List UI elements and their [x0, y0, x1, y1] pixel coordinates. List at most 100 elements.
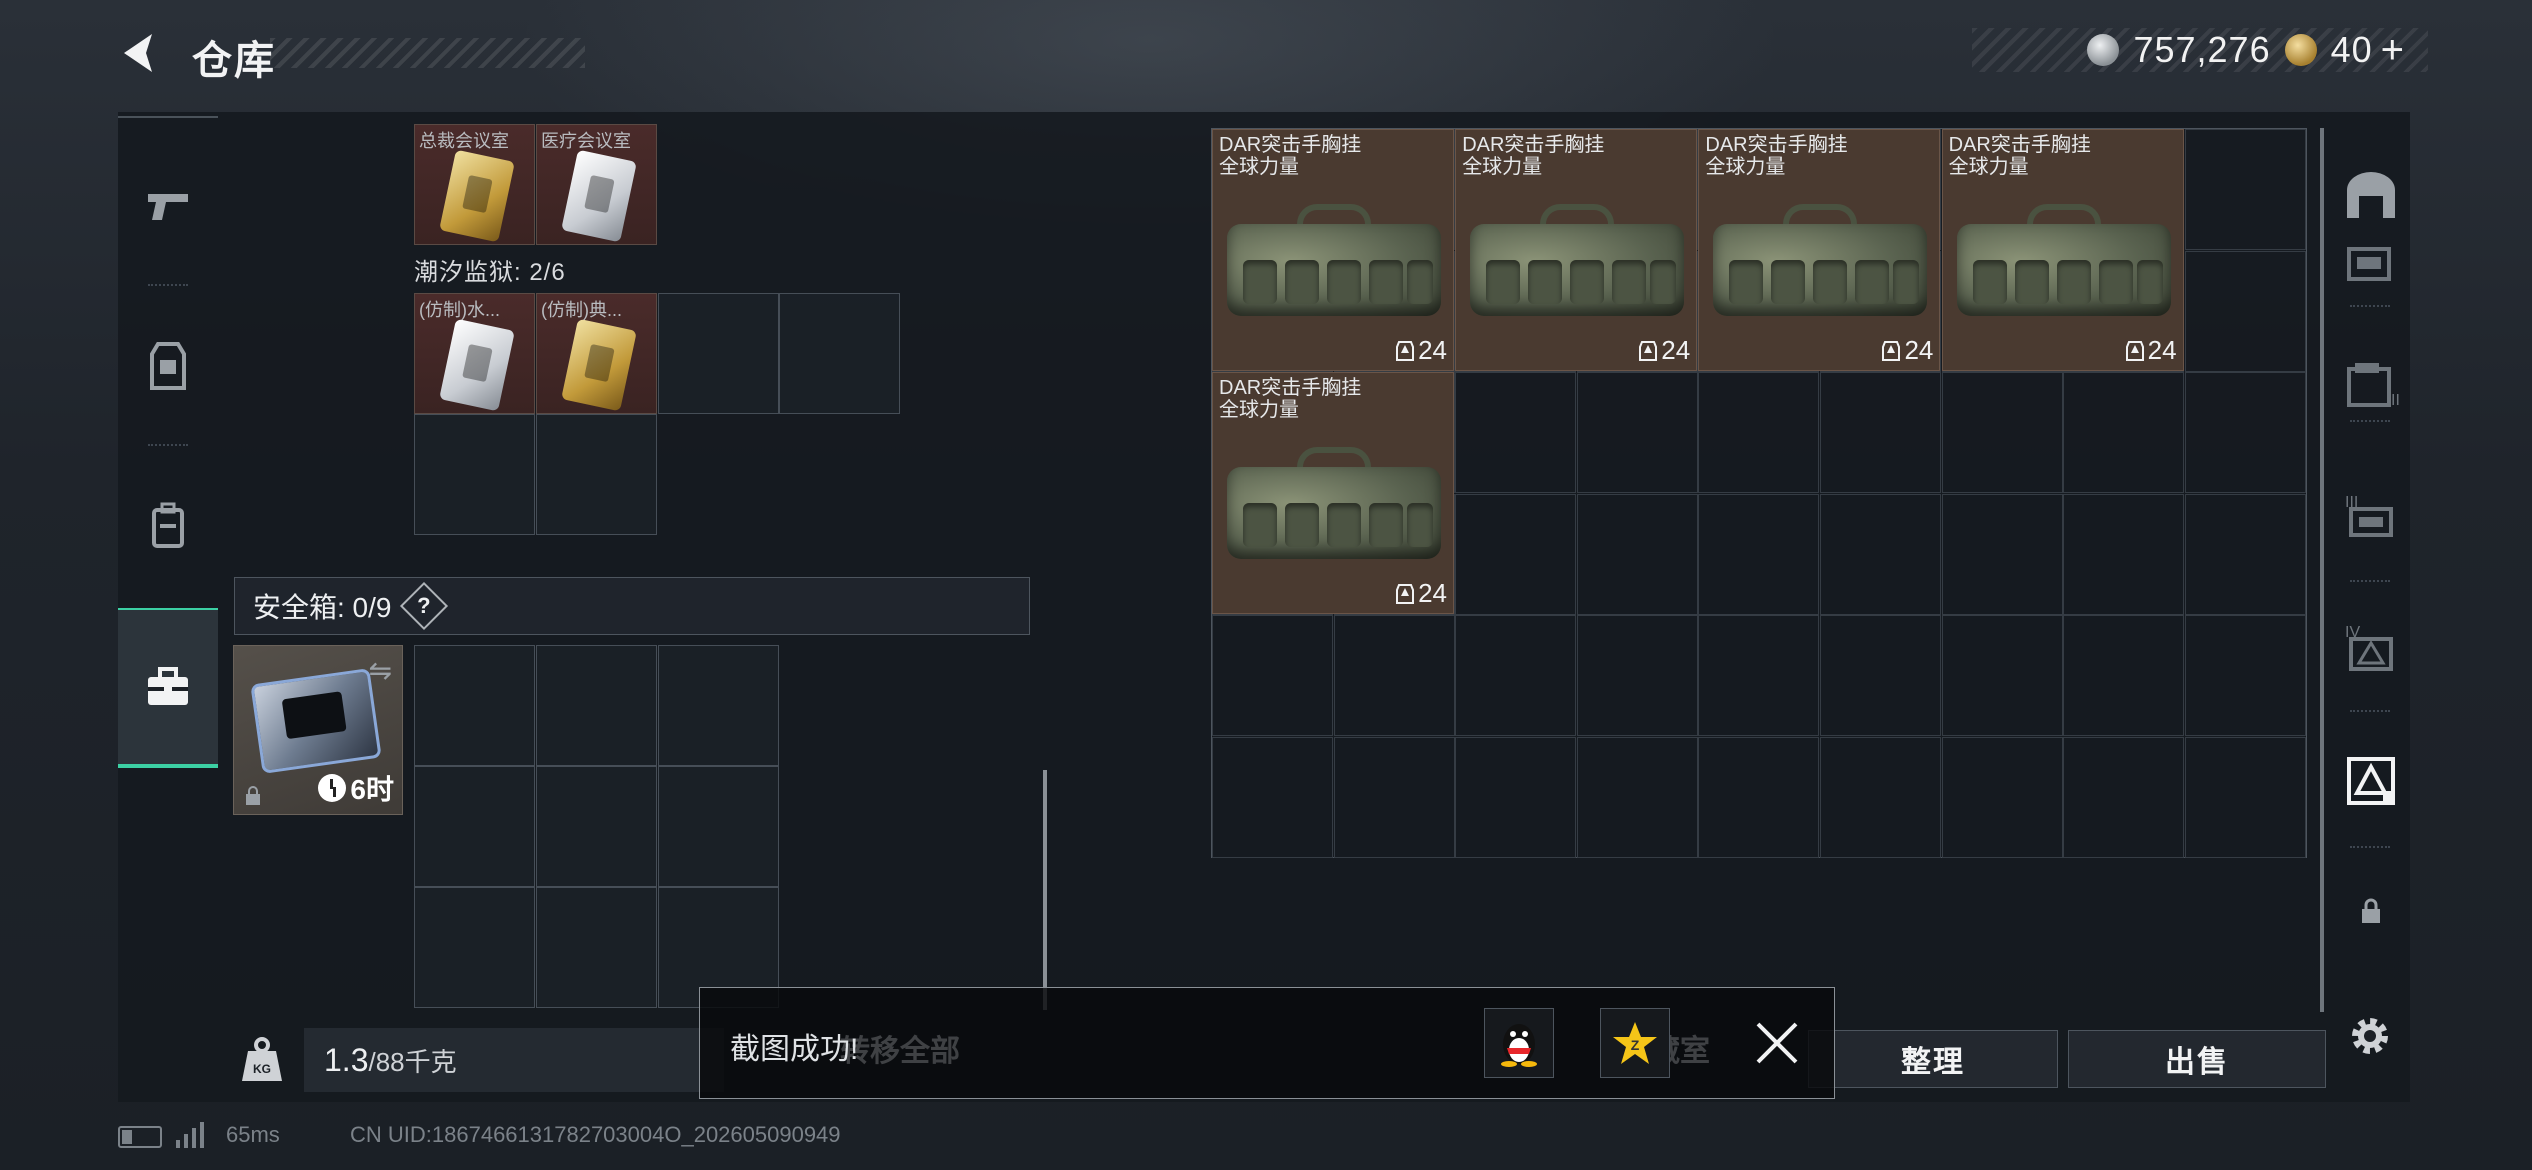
swap-icon[interactable]: ⇋ — [369, 654, 392, 687]
close-icon[interactable] — [1750, 1016, 1804, 1070]
share-qzone-button[interactable]: Z — [1600, 1008, 1670, 1078]
grid-slot[interactable] — [1576, 372, 1698, 494]
grid-slot[interactable] — [2184, 372, 2306, 494]
item-label: (仿制)典... — [541, 300, 622, 320]
nav-backpacks[interactable] — [118, 446, 218, 606]
vest-name-line2: 全球力量 — [1948, 156, 2029, 178]
right-nav-page-1[interactable] — [2336, 230, 2406, 300]
grid-slot[interactable] — [1820, 493, 1941, 615]
vest-name-line2: 全球力量 — [1462, 156, 1543, 178]
svg-text:Z: Z — [1631, 1037, 1640, 1053]
grid-slot[interactable] — [1698, 615, 1820, 737]
safebox-slot[interactable] — [658, 766, 779, 887]
right-nav-warehouse[interactable] — [2336, 160, 2406, 230]
grid-slot[interactable] — [1455, 372, 1577, 494]
grid-slot[interactable] — [1941, 737, 2063, 858]
grid-slot[interactable] — [1576, 615, 1698, 737]
safebox-slot[interactable] — [536, 766, 657, 887]
grid-slot[interactable] — [1455, 737, 1577, 858]
silver-keycard-image — [439, 318, 515, 412]
nav-vests[interactable] — [118, 286, 218, 446]
pistol-icon — [148, 194, 188, 220]
grid-slot[interactable] — [1941, 615, 2063, 737]
grid-slot[interactable] — [1698, 737, 1820, 858]
vest-name-line2: 全球力量 — [1219, 156, 1299, 178]
chest-rig-image — [1227, 443, 1441, 561]
organize-button[interactable]: 整理 — [1808, 1030, 2058, 1088]
vest-name-line1: DAR突击手胸挂 — [1462, 134, 1605, 156]
right-nav-locked[interactable] — [2336, 876, 2406, 946]
empty-slot[interactable] — [414, 414, 535, 535]
tide-prison-label: 潮汐监狱: 2/6 — [414, 259, 566, 286]
weight-display: 1.3 /88千克 — [304, 1028, 724, 1092]
grid-slot[interactable] — [1333, 615, 1455, 737]
safebox-slot[interactable] — [414, 645, 535, 766]
right-nav-page-4[interactable]: IV — [2336, 612, 2406, 682]
capacity-value: 24 — [1661, 335, 1691, 365]
grid-slot[interactable] — [1820, 737, 1941, 858]
grid-slot[interactable] — [2063, 737, 2185, 858]
capacity-icon — [1639, 340, 1658, 361]
safebox-slot[interactable] — [414, 766, 535, 887]
key-card-item[interactable]: 医疗会议室 — [536, 124, 657, 245]
right-nav-page-5[interactable] — [2336, 746, 2406, 816]
grid-slot[interactable] — [1820, 372, 1941, 494]
key-card-item[interactable]: (仿制)水... — [414, 293, 535, 414]
grid-slot[interactable] — [2063, 493, 2185, 615]
page-title: 仓库 — [192, 39, 276, 83]
gold-currency-value: 40 — [2330, 29, 2373, 70]
safebox-slot[interactable] — [658, 645, 779, 766]
grid-slot[interactable] — [1698, 372, 1820, 494]
right-nav-page-2[interactable]: II — [2336, 350, 2406, 420]
left-scrollbar[interactable] — [1043, 770, 1047, 1010]
key-card-item[interactable]: (仿制)典... — [536, 293, 657, 414]
vest-name-line1: DAR突击手胸挂 — [1948, 134, 2091, 156]
vest-item[interactable]: DAR突击手胸挂 全球力量 24 — [1455, 129, 1698, 371]
svg-text:II: II — [2391, 392, 2399, 409]
grid-slot[interactable] — [1212, 615, 1333, 737]
grid-slot[interactable] — [1333, 737, 1455, 858]
grid-slot[interactable] — [1941, 493, 2063, 615]
grid-slot[interactable] — [2184, 129, 2306, 250]
vest-name-line1: DAR突击手胸挂 — [1219, 377, 1362, 400]
vest-item[interactable]: DAR突击手胸挂 全球力量 24 — [1941, 129, 2184, 371]
grid-slot[interactable] — [1576, 493, 1698, 615]
qq-penguin-icon — [1501, 1024, 1537, 1067]
grid-slot[interactable] — [2063, 615, 2185, 737]
grid-slot[interactable] — [2063, 372, 2185, 494]
grid-slot[interactable] — [2184, 250, 2306, 372]
grid-slot[interactable] — [1941, 372, 2063, 494]
safebox-slot[interactable] — [536, 645, 657, 766]
vest-item[interactable]: DAR突击手胸挂 全球力量 24 — [1212, 129, 1454, 371]
help-button[interactable]: ? — [400, 581, 449, 631]
empty-slot[interactable] — [536, 414, 657, 535]
grid-slot[interactable] — [1576, 737, 1698, 858]
share-qq-button[interactable] — [1484, 1008, 1554, 1078]
safebox-slot[interactable] — [536, 887, 657, 1008]
sell-button[interactable]: 出售 — [2068, 1030, 2326, 1088]
key-card-item[interactable]: 总裁会议室 — [414, 124, 535, 245]
grid-slot[interactable] — [2184, 493, 2306, 615]
add-currency-button[interactable]: + — [2381, 28, 2404, 73]
vest-item[interactable]: DAR突击手胸挂 全球力量 24 — [1212, 372, 1454, 615]
settings-gear-icon[interactable] — [2346, 1012, 2394, 1060]
grid-slot[interactable] — [1455, 615, 1577, 737]
qzone-star-icon: Z — [1613, 1022, 1657, 1064]
right-scrollbar[interactable] — [2320, 128, 2324, 1012]
grid-slot[interactable] — [1698, 493, 1820, 615]
back-button[interactable] — [116, 28, 166, 78]
empty-slot[interactable] — [779, 293, 900, 414]
grid-slot[interactable] — [2184, 615, 2306, 737]
safebox-container-item[interactable]: ⇋ 6时 — [233, 645, 403, 815]
right-nav-page-3[interactable]: III — [2336, 480, 2406, 550]
grid-slot[interactable] — [1455, 493, 1577, 615]
nav-safebox[interactable] — [118, 608, 218, 768]
grid-slot[interactable] — [1212, 737, 1333, 858]
empty-slot[interactable] — [658, 293, 779, 414]
safebox-slot[interactable] — [414, 887, 535, 1008]
nav-weapons[interactable] — [118, 126, 218, 286]
vest-item[interactable]: DAR突击手胸挂 全球力量 24 — [1698, 129, 1941, 371]
grid-slot[interactable] — [1820, 615, 1941, 737]
grid-slot[interactable] — [2184, 737, 2306, 858]
capacity-value: 24 — [2147, 335, 2177, 365]
